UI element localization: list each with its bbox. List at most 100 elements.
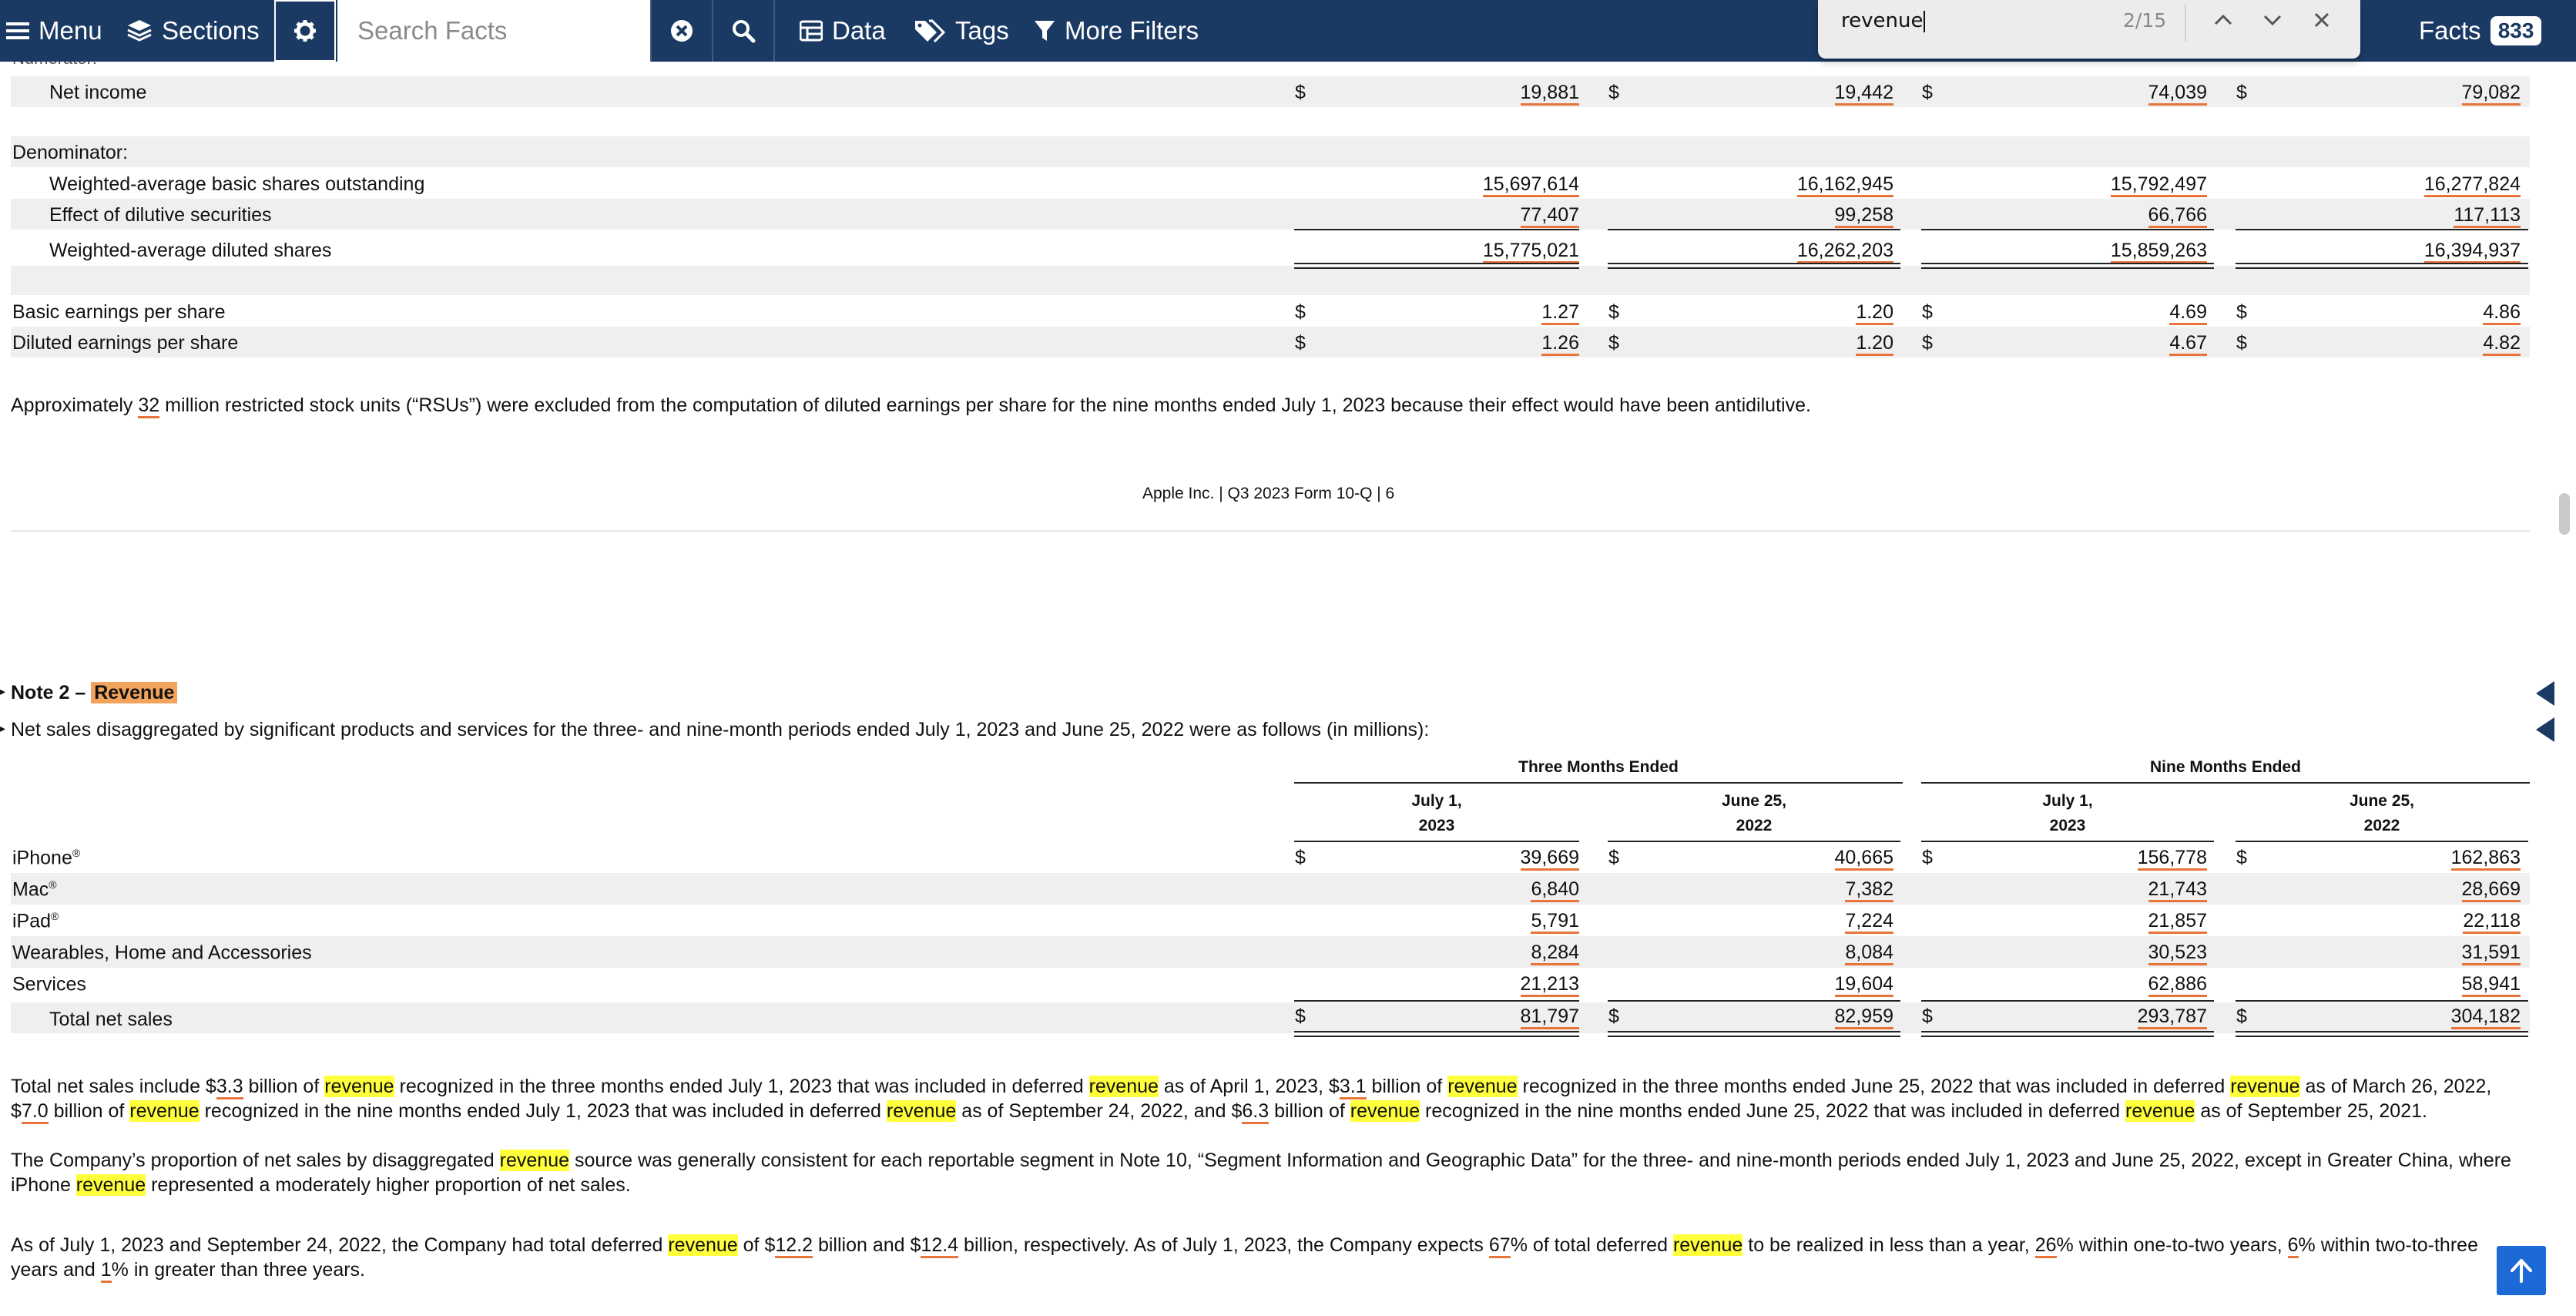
arrow-up-icon	[2511, 1259, 2532, 1283]
search-match: revenue	[886, 1100, 957, 1122]
xbrl-fact-value[interactable]: 67	[1488, 1234, 1511, 1258]
fact-nav-arrow-icon[interactable]	[2536, 681, 2554, 706]
tags-button[interactable]: Tags	[914, 0, 1009, 62]
xbrl-fact-value[interactable]: 82,959	[1709, 1005, 1893, 1029]
xbrl-fact-value[interactable]: 4.86	[2336, 301, 2521, 325]
xbrl-fact-value[interactable]: 26	[2034, 1234, 2057, 1258]
search-button[interactable]	[712, 0, 775, 62]
xbrl-fact-value[interactable]: 16,262,203	[1709, 240, 1893, 264]
currency-symbol: $	[1922, 82, 1933, 103]
menu-button[interactable]: Menu	[6, 0, 102, 62]
search-match-current: Revenue	[91, 682, 178, 703]
xbrl-fact-value[interactable]: 19,881	[1394, 82, 1579, 106]
xbrl-fact-value[interactable]: 3.1	[1339, 1076, 1367, 1099]
xbrl-fact-value[interactable]: 4.69	[2022, 301, 2207, 325]
section-marker[interactable]: ▸	[0, 685, 5, 698]
xbrl-fact-value[interactable]: 4.82	[2336, 332, 2521, 356]
fact-nav-arrow-icon[interactable]	[2536, 717, 2554, 742]
search-box	[336, 0, 652, 62]
more-filters-button[interactable]: More Filters	[1034, 0, 1199, 62]
xbrl-fact-value[interactable]: 30,523	[2022, 942, 2207, 965]
data-button[interactable]: Data	[800, 0, 886, 62]
xbrl-fact-value[interactable]: 66,766	[2022, 204, 2207, 228]
xbrl-fact-value[interactable]: 21,857	[2022, 910, 2207, 934]
row-label: iPhone®	[12, 847, 81, 869]
search-settings-button[interactable]	[274, 0, 336, 62]
segment-proportion-paragraph: The Company’s proportion of net sales by…	[11, 1148, 2530, 1197]
facts-button[interactable]: Facts 833	[2419, 0, 2542, 62]
xbrl-fact-value[interactable]: 19,604	[1709, 973, 1893, 997]
xbrl-fact-value[interactable]: 156,778	[2022, 847, 2207, 871]
find-input[interactable]: revenue	[1841, 9, 1926, 32]
xbrl-fact-value[interactable]: 62,886	[2022, 973, 2207, 997]
xbrl-fact-value[interactable]: 21,213	[1394, 973, 1579, 997]
xbrl-fact-value[interactable]: 8,284	[1394, 942, 1579, 965]
search-input[interactable]	[337, 0, 652, 62]
xbrl-fact-value[interactable]: 39,669	[1394, 847, 1579, 871]
xbrl-fact-value[interactable]: 12.4	[921, 1234, 959, 1258]
xbrl-fact-value[interactable]: 40,665	[1709, 847, 1893, 871]
xbrl-fact-value[interactable]: 7,382	[1709, 878, 1893, 902]
xbrl-fact-value[interactable]: 58,941	[2336, 973, 2521, 997]
xbrl-fact-value[interactable]: 19,442	[1709, 82, 1893, 106]
xbrl-fact-value[interactable]: 1.20	[1709, 301, 1893, 325]
search-match: revenue	[1088, 1076, 1159, 1097]
scrollbar-thumb[interactable]	[2559, 493, 2570, 535]
xbrl-fact-value[interactable]: 162,863	[2336, 847, 2521, 871]
xbrl-fact-value[interactable]: 293,787	[2022, 1005, 2207, 1029]
sections-button[interactable]: Sections	[126, 0, 260, 62]
clear-search-button[interactable]	[650, 0, 712, 62]
xbrl-fact-value[interactable]: 16,162,945	[1709, 173, 1893, 197]
xbrl-fact-value[interactable]: 12.2	[775, 1234, 813, 1258]
xbrl-fact-value[interactable]: 1.20	[1709, 332, 1893, 356]
find-previous-button[interactable]	[2208, 5, 2239, 35]
tags-label: Tags	[955, 16, 1009, 45]
xbrl-fact-value[interactable]: 8,084	[1709, 942, 1893, 965]
rsu-count-fact[interactable]: 32	[138, 394, 160, 418]
xbrl-fact-value[interactable]: 81,797	[1394, 1005, 1579, 1029]
xbrl-fact-value[interactable]: 117,113	[2336, 204, 2521, 228]
xbrl-fact-value[interactable]: 16,277,824	[2336, 173, 2521, 197]
xbrl-fact-value[interactable]: 7.0	[21, 1100, 49, 1124]
xbrl-fact-value[interactable]: 22,118	[2336, 910, 2521, 934]
more-filters-label: More Filters	[1065, 16, 1199, 45]
row-label: Basic earnings per share	[12, 301, 226, 323]
xbrl-fact-value[interactable]: 6,840	[1394, 878, 1579, 902]
find-next-button[interactable]	[2257, 5, 2288, 35]
column-header: June 25, 2022	[2349, 792, 2415, 834]
xbrl-fact-value[interactable]: 6.3	[1242, 1100, 1270, 1124]
xbrl-fact-value[interactable]: 21,743	[2022, 878, 2207, 902]
xbrl-fact-value[interactable]: 15,859,263	[2022, 240, 2207, 264]
xbrl-fact-value[interactable]: 15,792,497	[2022, 173, 2207, 197]
xbrl-fact-value[interactable]: 304,182	[2336, 1005, 2521, 1029]
xbrl-fact-value[interactable]: 99,258	[1709, 204, 1893, 228]
currency-symbol: $	[1295, 1005, 1306, 1027]
text-run: The Company’s proportion of net sales by…	[11, 1150, 500, 1171]
xbrl-fact-value[interactable]: 16,394,937	[2336, 240, 2521, 264]
find-match-count: 2/15	[2123, 9, 2167, 32]
xbrl-fact-value[interactable]: 1.26	[1394, 332, 1579, 356]
xbrl-fact-value[interactable]: 4.67	[2022, 332, 2207, 356]
xbrl-fact-value[interactable]: 77,407	[1394, 204, 1579, 228]
search-match: revenue	[1350, 1100, 1420, 1122]
xbrl-fact-value[interactable]: 28,669	[2336, 878, 2521, 902]
xbrl-fact-value[interactable]: 79,082	[2336, 82, 2521, 106]
xbrl-fact-value[interactable]: 7,224	[1709, 910, 1893, 934]
xbrl-fact-value[interactable]: 1	[100, 1259, 112, 1283]
currency-symbol: $	[1922, 301, 1933, 323]
xbrl-fact-value[interactable]: 1.27	[1394, 301, 1579, 325]
xbrl-fact-value[interactable]: 3.3	[216, 1076, 243, 1099]
xbrl-fact-value[interactable]: 74,039	[2022, 82, 2207, 106]
text-run: billion of	[48, 1100, 130, 1122]
find-close-button[interactable]	[2306, 5, 2337, 35]
xbrl-fact-value[interactable]: 31,591	[2336, 942, 2521, 965]
currency-symbol: $	[2236, 332, 2247, 354]
xbrl-fact-value[interactable]: 5,791	[1394, 910, 1579, 934]
xbrl-fact-value[interactable]: 15,697,614	[1394, 173, 1579, 197]
row-label: Mac®	[12, 878, 57, 901]
scroll-to-top-button[interactable]	[2497, 1246, 2546, 1295]
xbrl-fact-value[interactable]: 15,775,021	[1394, 240, 1579, 264]
text-run: billion of	[1366, 1076, 1448, 1097]
xbrl-fact-value[interactable]: 6	[2287, 1234, 2299, 1258]
section-marker[interactable]: ▸	[0, 722, 5, 735]
